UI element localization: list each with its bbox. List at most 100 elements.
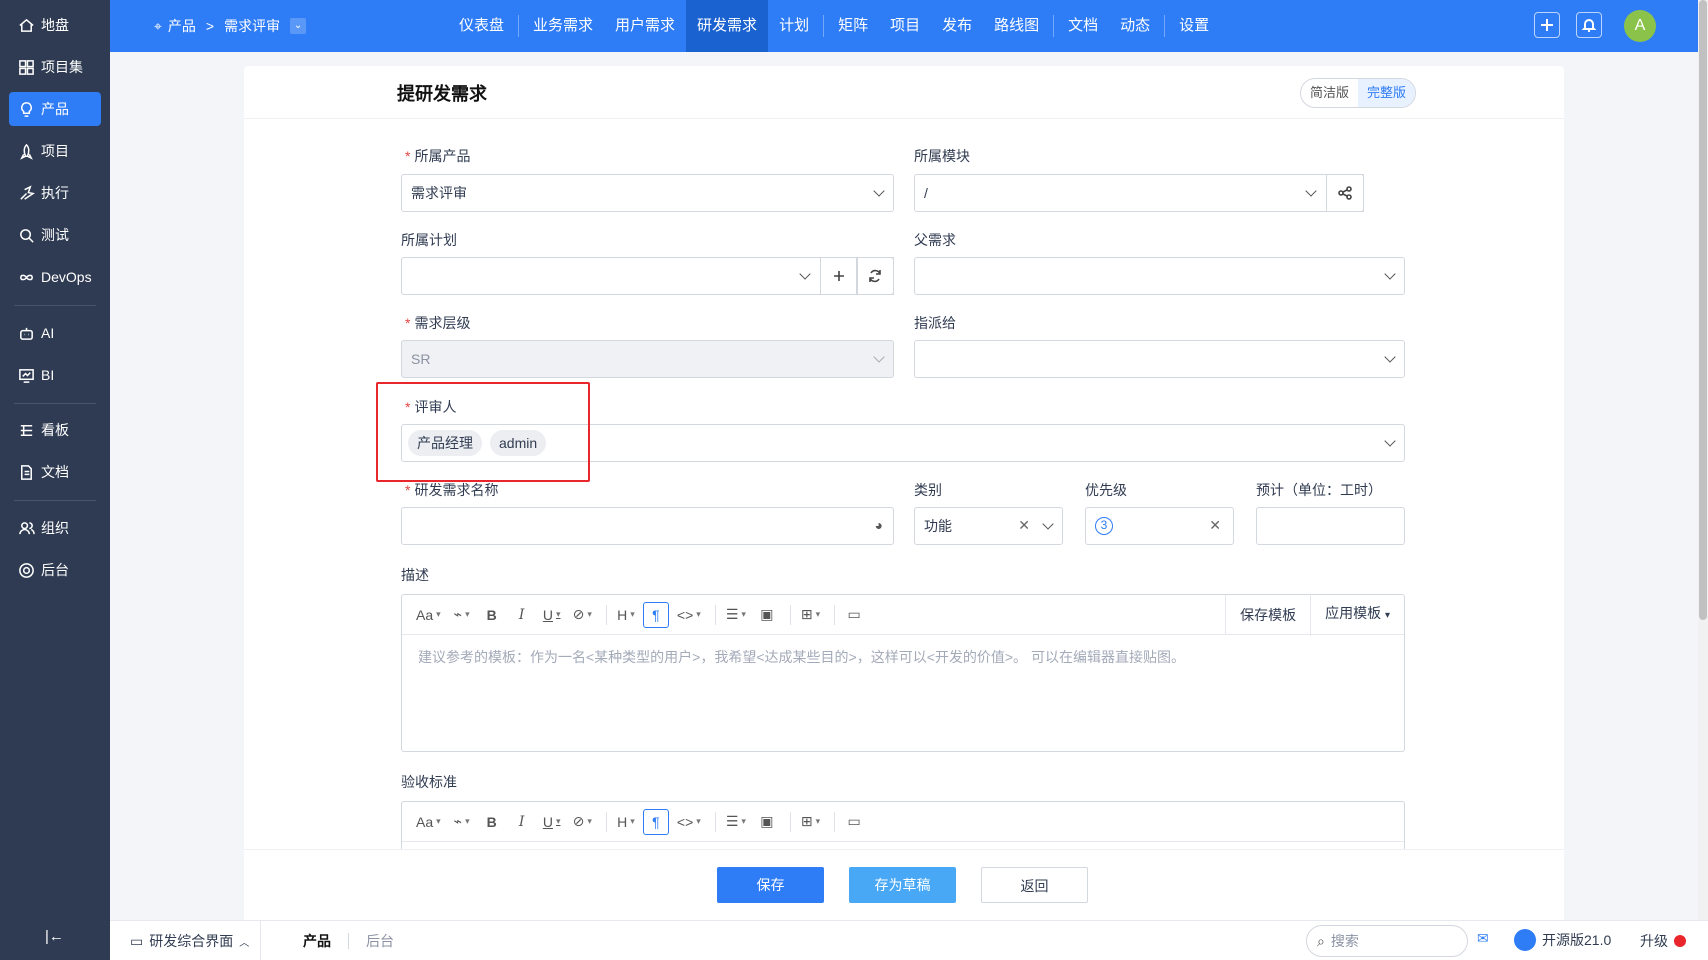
save-button[interactable]: 保存 bbox=[717, 867, 824, 903]
code-icon[interactable]: <> ▾ bbox=[673, 602, 705, 628]
category-select[interactable]: 功能 ✕ bbox=[914, 507, 1063, 545]
bell-icon bbox=[1581, 19, 1597, 32]
tab-user-story[interactable]: 用户需求 bbox=[604, 0, 686, 52]
product-label: * 所属产品 bbox=[405, 148, 471, 164]
tab-release[interactable]: 发布 bbox=[931, 0, 983, 52]
apply-template-button[interactable]: 应用模板 ▾ bbox=[1310, 593, 1404, 636]
lightbulb-icon bbox=[17, 100, 35, 118]
sidebar-item-doc[interactable]: 文档 bbox=[9, 455, 101, 489]
tab-business-story[interactable]: 业务需求 bbox=[522, 0, 604, 52]
simple-mode-button[interactable]: 简洁版 bbox=[1301, 79, 1358, 107]
link-icon[interactable]: ⊘ ▾ bbox=[569, 809, 596, 835]
chevron-down-icon[interactable]: ⌄ bbox=[290, 18, 307, 34]
font-size-icon[interactable]: Aa ▾ bbox=[412, 602, 445, 628]
italic-icon[interactable]: I bbox=[509, 602, 535, 628]
image-icon[interactable]: ▣ bbox=[754, 809, 780, 835]
sidebar-item-test[interactable]: 测试 bbox=[9, 218, 101, 252]
list-icon[interactable]: ☰ ▾ bbox=[722, 602, 750, 628]
footer-tab-product[interactable]: 产品 bbox=[303, 931, 331, 951]
tab-dev-story[interactable]: 研发需求 bbox=[686, 0, 769, 52]
color-icon[interactable]: ⌁ ▾ bbox=[449, 602, 475, 628]
plan-select[interactable] bbox=[401, 257, 894, 295]
color-icon[interactable]: ⌁ ▾ bbox=[449, 809, 475, 835]
bold-icon[interactable]: B bbox=[479, 602, 505, 628]
module-select[interactable]: / bbox=[914, 174, 1364, 212]
back-button[interactable]: 返回 bbox=[981, 867, 1088, 903]
tab-roadmap[interactable]: 路线图 bbox=[983, 0, 1050, 52]
link-icon[interactable]: ⊘ ▾ bbox=[569, 602, 596, 628]
estimate-input[interactable] bbox=[1256, 507, 1405, 545]
list-icon[interactable]: ☰ ▾ bbox=[722, 809, 750, 835]
fullscreen-icon[interactable]: ▭ bbox=[841, 602, 867, 628]
tab-dynamic[interactable]: 动态 bbox=[1109, 0, 1161, 52]
collapse-sidebar-icon[interactable]: |← bbox=[45, 928, 64, 945]
tab-dashboard[interactable]: 仪表盘 bbox=[448, 0, 515, 52]
underline-icon[interactable]: U ▾ bbox=[539, 809, 565, 835]
underline-icon[interactable]: U ▾ bbox=[539, 602, 565, 628]
tab-doc[interactable]: 文档 bbox=[1057, 0, 1109, 52]
create-button[interactable] bbox=[1534, 12, 1560, 38]
scrollbar[interactable] bbox=[1698, 0, 1708, 920]
tab-matrix[interactable]: 矩阵 bbox=[827, 0, 879, 52]
add-plan-button[interactable] bbox=[820, 257, 858, 295]
tab-settings[interactable]: 设置 bbox=[1168, 0, 1220, 52]
tab-project[interactable]: 项目 bbox=[879, 0, 931, 52]
breadcrumb-current[interactable]: 需求评审 bbox=[224, 16, 280, 36]
app-switcher[interactable]: ▭ 研发综合界面 ︿ bbox=[130, 931, 249, 951]
grid-icon bbox=[17, 58, 35, 76]
sidebar-item-program[interactable]: 项目集 bbox=[9, 50, 101, 84]
paragraph-icon[interactable]: ¶ bbox=[642, 601, 669, 628]
priority-select[interactable]: 3 ✕ bbox=[1085, 507, 1234, 545]
fullscreen-icon[interactable]: ▭ bbox=[841, 809, 867, 835]
clear-icon[interactable]: ✕ bbox=[1209, 517, 1221, 534]
notification-button[interactable] bbox=[1576, 12, 1602, 38]
image-icon[interactable]: ▣ bbox=[754, 602, 780, 628]
table-icon[interactable]: ⊞ ▾ bbox=[797, 809, 824, 835]
upgrade-button[interactable]: 升级 bbox=[1640, 931, 1686, 951]
sidebar-divider bbox=[14, 500, 96, 501]
italic-icon[interactable]: I bbox=[509, 809, 535, 835]
ai-chat-icon[interactable]: ✉ bbox=[1477, 930, 1489, 947]
sidebar-item-org[interactable]: 组织 bbox=[9, 511, 101, 545]
sidebar-item-bi[interactable]: BI bbox=[9, 358, 101, 392]
scrollbar-thumb[interactable] bbox=[1699, 0, 1707, 620]
chevron-down-icon bbox=[873, 351, 885, 363]
product-select[interactable]: 需求评审 bbox=[401, 174, 894, 212]
paragraph-icon[interactable]: ¶ bbox=[642, 808, 669, 835]
toolbar-divider bbox=[789, 604, 791, 625]
search-input[interactable]: ⌕ 搜索 bbox=[1306, 925, 1468, 957]
sidebar-item-project[interactable]: 项目 bbox=[9, 134, 101, 168]
parent-select[interactable] bbox=[914, 257, 1405, 295]
sidebar-item-execution[interactable]: 执行 bbox=[9, 176, 101, 210]
footer-tab-admin[interactable]: 后台 bbox=[366, 931, 394, 951]
sidebar-item-dashboard[interactable]: 地盘 bbox=[9, 8, 101, 42]
heading-icon[interactable]: H ▾ bbox=[613, 809, 639, 835]
sidebar-item-admin[interactable]: 后台 bbox=[9, 553, 101, 587]
sidebar-item-ai[interactable]: AI bbox=[9, 316, 101, 350]
save-template-button[interactable]: 保存模板 bbox=[1225, 594, 1310, 635]
avatar[interactable]: A bbox=[1624, 10, 1656, 42]
desc-editor[interactable]: Aa ▾ ⌁ ▾ B I U ▾ ⊘ ▾ H ▾ ¶ <> ▾ ☰ ▾ ▣ ⊞ ▾ ▭ 保存模板… bbox=[401, 593, 1405, 752]
version-info[interactable]: 开源版21.0 bbox=[1514, 929, 1611, 951]
bold-icon[interactable]: B bbox=[479, 809, 505, 835]
tab-plan[interactable]: 计划 bbox=[768, 0, 820, 52]
sidebar-item-devops[interactable]: DevOps bbox=[9, 260, 101, 294]
full-mode-button[interactable]: 完整版 bbox=[1358, 79, 1416, 107]
name-input[interactable]: ◕ bbox=[401, 507, 894, 545]
assign-select[interactable] bbox=[914, 340, 1405, 378]
save-draft-button[interactable]: 存为草稿 bbox=[849, 867, 956, 903]
heading-icon[interactable]: H ▾ bbox=[613, 602, 639, 628]
refresh-plan-button[interactable] bbox=[856, 257, 894, 295]
chevron-down-icon: ▾ bbox=[1384, 610, 1390, 621]
sidebar-item-product[interactable]: 产品 bbox=[9, 92, 101, 126]
clear-icon[interactable]: ✕ bbox=[1018, 517, 1030, 534]
table-icon[interactable]: ⊞ ▾ bbox=[797, 602, 824, 628]
breadcrumb-product[interactable]: 产品 bbox=[168, 16, 196, 36]
font-size-icon[interactable]: Aa ▾ bbox=[412, 809, 445, 835]
chevron-down-icon bbox=[873, 185, 885, 197]
code-icon[interactable]: <> ▾ bbox=[673, 809, 705, 835]
palette-icon[interactable]: ◕ bbox=[875, 517, 883, 533]
module-tree-button[interactable] bbox=[1326, 174, 1364, 212]
sidebar-item-kanban[interactable]: 看板 bbox=[9, 413, 101, 447]
accept-editor[interactable]: Aa ▾ ⌁ ▾ B I U ▾ ⊘ ▾ H ▾ ¶ <> ▾ ☰ ▾ ▣ ⊞ ▾ ▭ bbox=[401, 801, 1405, 849]
